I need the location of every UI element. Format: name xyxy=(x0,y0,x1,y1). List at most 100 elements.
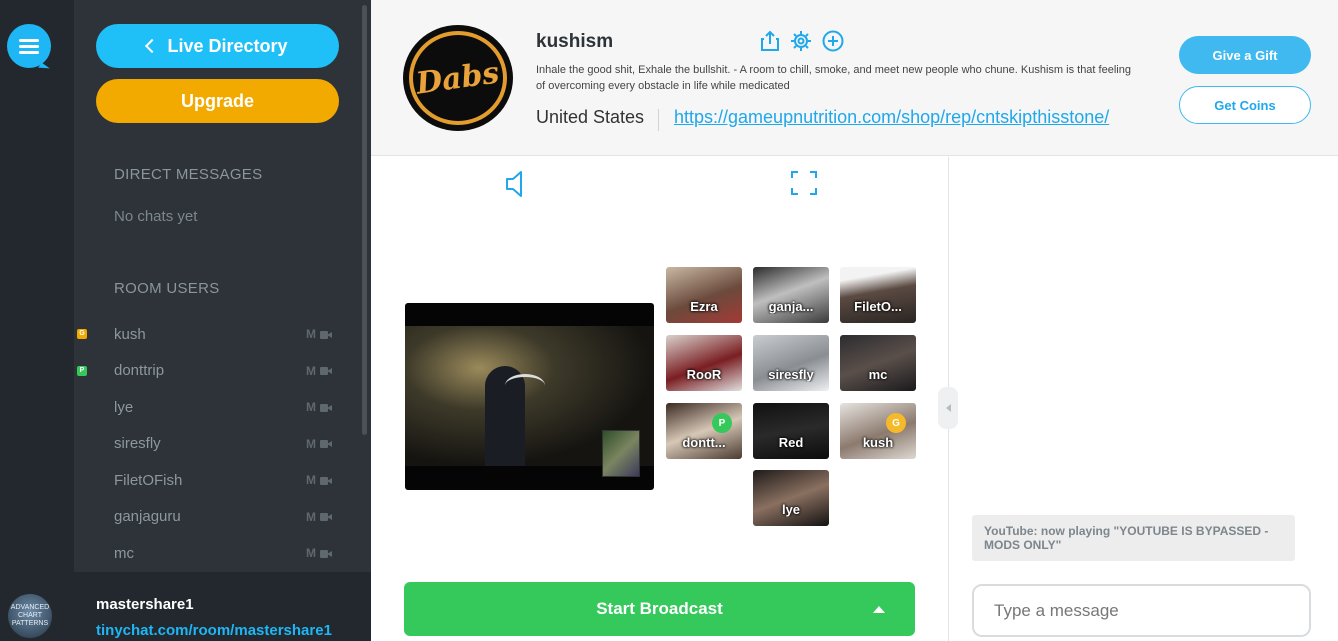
caret-up-icon[interactable] xyxy=(873,606,885,613)
system-message: YouTube: now playing "YOUTUBE IS BYPASSE… xyxy=(972,515,1295,561)
user-name: lye xyxy=(114,398,134,416)
current-user-room-link[interactable]: tinychat.com/room/mastershare1 xyxy=(96,622,332,639)
video-tile[interactable]: FiletO... xyxy=(840,267,916,323)
mic-icon: M xyxy=(306,436,316,451)
user-name: siresfly xyxy=(114,435,161,453)
gear-icon[interactable] xyxy=(790,30,812,52)
room-description: Inhale the good shit, Exhale the bullshi… xyxy=(536,64,1131,92)
video-tile[interactable]: Red xyxy=(753,403,829,459)
picture-in-picture-video[interactable] xyxy=(602,430,640,477)
chat-panel: YouTube: now playing "YOUTUBE IS BYPASSE… xyxy=(938,157,1338,641)
start-broadcast-button[interactable]: Start Broadcast xyxy=(404,582,915,636)
chevron-left-icon xyxy=(145,38,160,54)
camera-icon xyxy=(320,476,332,485)
mic-icon: M xyxy=(306,546,316,561)
video-tile-label: kush xyxy=(862,435,894,450)
video-tile-label: ganja... xyxy=(768,299,814,314)
video-tile-label: mc xyxy=(868,367,888,382)
header-divider xyxy=(658,109,659,131)
mic-icon: M xyxy=(306,327,316,342)
user-media-icons: M xyxy=(306,437,332,451)
video-area: Ezra ganja... FiletO... RooR siresfly mc dontt… xyxy=(371,157,949,641)
list-item[interactable]: mc M xyxy=(74,535,364,572)
user-name: donttrip xyxy=(114,362,165,380)
video-tile-label: Red xyxy=(778,435,804,450)
camera-icon xyxy=(320,330,332,339)
camera-icon xyxy=(320,366,332,376)
user-name: kush xyxy=(114,325,146,343)
left-rail xyxy=(0,0,74,641)
camera-icon xyxy=(320,512,332,522)
video-tile[interactable]: ganja... xyxy=(753,267,829,323)
user-badge: P xyxy=(77,365,87,376)
user-media-icons: M xyxy=(306,327,332,341)
mic-icon: M xyxy=(306,509,316,524)
main-video[interactable] xyxy=(405,303,654,490)
video-tile[interactable]: lye xyxy=(753,470,829,526)
give-gift-button[interactable]: Give a Gift xyxy=(1179,36,1311,74)
user-name: ganjaguru xyxy=(114,508,181,526)
sidebar-scrollbar[interactable] xyxy=(362,5,367,435)
app-root: Live Directory Upgrade DIRECT MESSAGES N… xyxy=(0,0,1338,641)
current-user-name: mastershare1 xyxy=(96,596,194,613)
list-item[interactable]: ganjaguru M xyxy=(74,499,364,536)
room-country: United States xyxy=(536,107,645,127)
user-media-icons: M xyxy=(306,400,332,414)
video-tile-label: siresfly xyxy=(768,367,814,382)
user-name: FiletOFish xyxy=(114,471,183,489)
list-item[interactable]: lye M xyxy=(74,389,364,426)
user-media-icons: M xyxy=(306,510,332,524)
add-icon[interactable] xyxy=(822,30,844,52)
hamburger-icon xyxy=(19,36,39,57)
mic-icon: M xyxy=(306,363,316,378)
room-users-title: ROOM USERS xyxy=(114,280,220,297)
video-tile-label: RooR xyxy=(686,367,722,382)
video-tile-label: FiletO... xyxy=(854,299,902,314)
video-tile[interactable]: RooR xyxy=(666,335,742,391)
upgrade-button[interactable]: Upgrade xyxy=(96,79,339,123)
video-tile[interactable]: kush G xyxy=(840,403,916,459)
speaker-icon[interactable] xyxy=(504,170,526,198)
user-badge: G xyxy=(886,413,906,433)
direct-messages-title: DIRECT MESSAGES xyxy=(114,166,263,183)
video-tile[interactable]: dontt... P xyxy=(666,403,742,459)
avatar[interactable]: ADVANCED CHART PATTERNS xyxy=(8,594,52,638)
fullscreen-icon[interactable] xyxy=(791,171,817,195)
video-tile[interactable]: mc xyxy=(840,335,916,391)
menu-button[interactable] xyxy=(7,24,51,68)
user-badge: P xyxy=(712,413,732,433)
camera-icon xyxy=(320,439,332,449)
mic-icon: M xyxy=(306,400,316,415)
list-item[interactable]: siresfly M xyxy=(74,426,364,463)
list-item[interactable]: Pdonttrip M xyxy=(74,353,364,390)
camera-icon xyxy=(320,403,332,412)
share-icon[interactable] xyxy=(759,30,781,52)
get-coins-button[interactable]: Get Coins xyxy=(1179,86,1311,124)
video-tile[interactable]: siresfly xyxy=(753,335,829,391)
video-tile-label: Ezra xyxy=(690,299,718,314)
no-chats-text: No chats yet xyxy=(114,208,198,225)
room-name: kushism xyxy=(536,31,614,52)
live-directory-button[interactable]: Live Directory xyxy=(96,24,339,68)
user-badge: G xyxy=(77,329,87,340)
message-input[interactable] xyxy=(972,584,1311,637)
current-user-panel: ADVANCED CHART PATTERNS mastershare1 tin… xyxy=(8,572,371,641)
live-directory-label: Live Directory xyxy=(167,35,288,56)
collapse-handle[interactable] xyxy=(938,387,958,429)
list-item[interactable]: FiletOFish M xyxy=(74,462,364,499)
mic-icon: M xyxy=(306,473,316,488)
chevron-left-icon xyxy=(945,404,951,412)
list-item[interactable]: Gkush M xyxy=(74,316,364,353)
sidebar: Live Directory Upgrade DIRECT MESSAGES N… xyxy=(8,0,371,641)
video-tile[interactable]: Ezra xyxy=(666,267,742,323)
video-tile-label: lye xyxy=(781,502,801,517)
room-website-link[interactable]: https://gameupnutrition.com/shop/rep/cnt… xyxy=(674,107,1109,128)
video-tile-label: dontt... xyxy=(682,435,726,450)
camera-icon xyxy=(320,549,332,558)
room-header: Dabs kushism Inhale the good shit, Exhal… xyxy=(371,0,1338,156)
user-name: mc xyxy=(114,544,134,562)
start-broadcast-label: Start Broadcast xyxy=(596,599,723,618)
user-media-icons: M xyxy=(306,364,332,378)
user-media-icons: M xyxy=(306,473,332,487)
room-users-list: Gkush M Pdonttrip M lye M siresfly M Fil… xyxy=(74,316,364,572)
